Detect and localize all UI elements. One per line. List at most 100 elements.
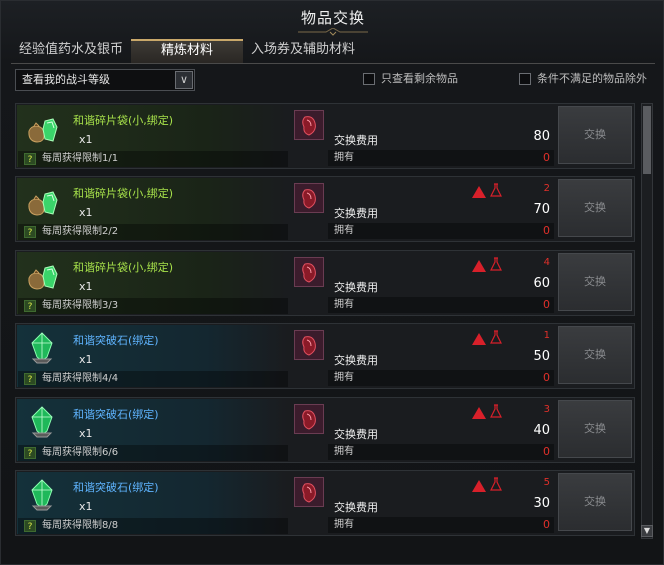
item-name: 和谐碎片袋(小,绑定)	[73, 114, 174, 127]
owned-label: 拥有	[334, 446, 354, 457]
item-quantity: x1	[79, 133, 93, 146]
cost-value: 50	[533, 349, 550, 364]
exchange-button[interactable]: 交换	[558, 326, 632, 384]
help-icon[interactable]: ?	[24, 447, 36, 459]
cost-label: 交换费用	[334, 281, 378, 294]
item-panel: 和谐碎片袋(小,绑定) x1 ? 每周获得限制3/3	[17, 252, 288, 314]
weekly-limit-text: 每周获得限制2/2	[42, 226, 119, 237]
owned-value: 0	[543, 224, 550, 237]
scroll-down-button[interactable]: ▼	[641, 525, 653, 537]
flask-icon	[490, 329, 502, 344]
item-name: 和谐突破石(绑定)	[73, 408, 159, 421]
item-quantity: x1	[79, 280, 93, 293]
cost-material-icon[interactable]	[294, 110, 324, 140]
remaining-only-checkbox[interactable]: 只查看剩余物品	[363, 72, 458, 86]
cost-material-icon[interactable]	[294, 477, 324, 507]
dropdown-value: 查看我的战斗等级	[22, 73, 110, 86]
owned-bar: 拥有 0	[328, 444, 554, 460]
exchange-row: 和谐突破石(绑定) x1 ? 每周获得限制8/8 交换费用 30 拥有 0 交换…	[15, 470, 635, 536]
cost-value: 60	[533, 276, 550, 291]
help-icon[interactable]: ?	[24, 520, 36, 532]
item-exchange-window: 物品交换 经验值药水及银币 精炼材料 入场券及辅助材料 查看我的战斗等级 ∨ 只…	[0, 0, 664, 565]
owned-label: 拥有	[334, 519, 354, 530]
weekly-limit-text: 每周获得限制8/8	[42, 520, 119, 531]
item-name: 和谐突破石(绑定)	[73, 481, 159, 494]
warning-count: 1	[543, 330, 550, 341]
exchange-row: 和谐碎片袋(小,绑定) x1 ? 每周获得限制3/3 交换费用 60 拥有 0 …	[15, 250, 635, 316]
harmony-breakthrough-stone-icon[interactable]	[25, 331, 59, 365]
weekly-limit-bar: ? 每周获得限制2/2	[18, 224, 288, 240]
filter-row: 查看我的战斗等级 ∨ 只查看剩余物品 条件不满足的物品除外	[15, 69, 655, 95]
exchange-list: 和谐碎片袋(小,绑定) x1 ? 每周获得限制1/1 交换费用 80 拥有 0 …	[15, 103, 637, 561]
scroll-thumb[interactable]	[643, 106, 651, 174]
window-title: 物品交换	[300, 9, 365, 27]
help-icon[interactable]: ?	[24, 373, 36, 385]
cost-value: 30	[533, 496, 550, 511]
harmony-shard-bag-icon[interactable]	[25, 258, 59, 292]
cost-material-icon[interactable]	[294, 257, 324, 287]
checkbox-label: 只查看剩余物品	[381, 72, 458, 85]
exchange-button[interactable]: 交换	[558, 253, 632, 311]
warning-triangle-icon	[472, 257, 486, 272]
help-icon[interactable]: ?	[24, 153, 36, 165]
checkbox-box[interactable]	[519, 73, 531, 85]
item-name: 和谐碎片袋(小,绑定)	[73, 187, 174, 200]
exclude-unmet-checkbox[interactable]: 条件不满足的物品除外	[519, 72, 647, 86]
owned-label: 拥有	[334, 372, 354, 383]
exchange-row: 和谐突破石(绑定) x1 ? 每周获得限制4/4 交换费用 50 拥有 0 交换…	[15, 323, 635, 389]
exchange-button[interactable]: 交换	[558, 106, 632, 164]
cost-label: 交换费用	[334, 207, 378, 220]
item-panel: 和谐突破石(绑定) x1 ? 每周获得限制6/6	[17, 399, 288, 461]
warning-count: 2	[543, 183, 550, 194]
harmony-shard-bag-icon[interactable]	[25, 184, 59, 218]
owned-value: 0	[543, 445, 550, 458]
warning-count: 5	[543, 477, 550, 488]
harmony-breakthrough-stone-icon[interactable]	[25, 478, 59, 512]
cost-material-icon[interactable]	[294, 330, 324, 360]
owned-value: 0	[543, 518, 550, 531]
harmony-breakthrough-stone-icon[interactable]	[25, 405, 59, 439]
chevron-down-icon[interactable]: ∨	[175, 71, 193, 89]
help-icon[interactable]: ?	[24, 226, 36, 238]
cost-material-icon[interactable]	[294, 404, 324, 434]
owned-bar: 拥有 0	[328, 370, 554, 386]
combat-level-dropdown[interactable]: 查看我的战斗等级 ∨	[15, 69, 195, 91]
cost-material-icon[interactable]	[294, 183, 324, 213]
flask-icon	[490, 403, 502, 418]
warning-triangle-icon	[472, 330, 486, 345]
scrollbar[interactable]	[641, 103, 653, 539]
checkbox-box[interactable]	[363, 73, 375, 85]
weekly-limit-text: 每周获得限制4/4	[42, 373, 119, 384]
exchange-row: 和谐碎片袋(小,绑定) x1 ? 每周获得限制2/2 交换费用 70 拥有 0 …	[15, 176, 635, 242]
tab-bar: 经验值药水及银币 精炼材料 入场券及辅助材料	[11, 39, 655, 64]
flask-icon	[490, 256, 502, 271]
item-quantity: x1	[79, 353, 93, 366]
item-quantity: x1	[79, 500, 93, 513]
weekly-limit-bar: ? 每周获得限制6/6	[18, 445, 288, 461]
item-panel: 和谐突破石(绑定) x1 ? 每周获得限制4/4	[17, 325, 288, 387]
owned-label: 拥有	[334, 225, 354, 236]
item-quantity: x1	[79, 206, 93, 219]
cost-label: 交换费用	[334, 134, 378, 147]
tab-refine-material[interactable]: 精炼材料	[131, 39, 244, 63]
cost-value: 70	[533, 202, 550, 217]
help-icon[interactable]: ?	[24, 300, 36, 312]
weekly-limit-text: 每周获得限制3/3	[42, 300, 119, 311]
item-panel: 和谐碎片袋(小,绑定) x1 ? 每周获得限制1/1	[17, 105, 288, 167]
exchange-button[interactable]: 交换	[558, 400, 632, 458]
cost-label: 交换费用	[334, 354, 378, 367]
item-name: 和谐碎片袋(小,绑定)	[73, 261, 174, 274]
harmony-shard-bag-icon[interactable]	[25, 111, 59, 145]
owned-label: 拥有	[334, 299, 354, 310]
cost-value: 80	[533, 129, 550, 144]
owned-bar: 拥有 0	[328, 150, 554, 166]
weekly-limit-bar: ? 每周获得限制1/1	[18, 151, 288, 167]
exchange-button[interactable]: 交换	[558, 473, 632, 531]
exchange-row: 和谐碎片袋(小,绑定) x1 ? 每周获得限制1/1 交换费用 80 拥有 0 …	[15, 103, 635, 169]
tab-ticket-aux-material[interactable]: 入场券及辅助材料	[243, 39, 363, 63]
weekly-limit-text: 每周获得限制6/6	[42, 447, 119, 458]
warning-triangle-icon	[472, 404, 486, 419]
tab-exp-potion-silver[interactable]: 经验值药水及银币	[11, 39, 131, 63]
checkbox-label: 条件不满足的物品除外	[537, 72, 647, 85]
exchange-button[interactable]: 交换	[558, 179, 632, 237]
